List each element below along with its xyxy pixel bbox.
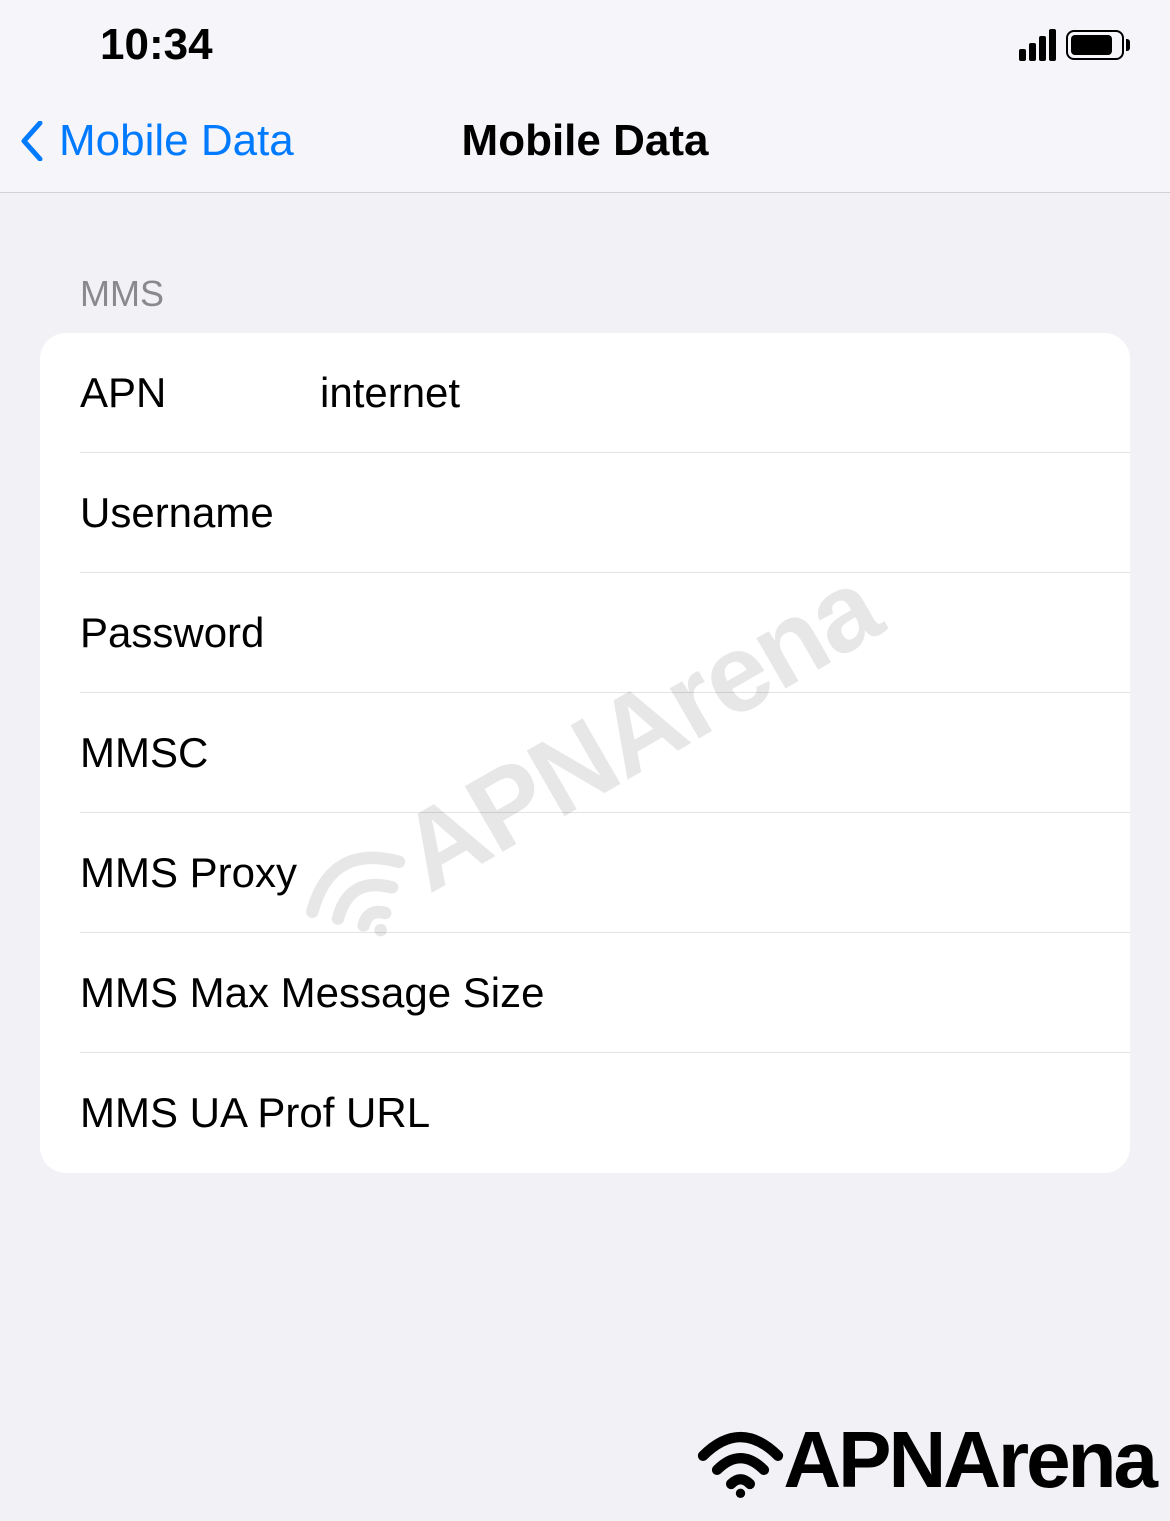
- status-bar: 10:34: [0, 0, 1170, 90]
- section-header-mms: MMS: [80, 273, 1130, 315]
- status-time: 10:34: [100, 20, 213, 70]
- apn-row[interactable]: APN: [40, 333, 1130, 453]
- chevron-left-icon: [20, 121, 44, 161]
- mmsc-row[interactable]: MMSC: [40, 693, 1130, 813]
- content-area: MMS APN Username Password MMSC MMS Proxy: [0, 193, 1170, 1173]
- username-row[interactable]: Username: [40, 453, 1130, 573]
- wifi-icon: [693, 1423, 788, 1498]
- status-indicators: [1019, 29, 1130, 61]
- cellular-signal-icon: [1019, 29, 1056, 61]
- password-label: Password: [80, 609, 320, 657]
- mms-max-size-row[interactable]: MMS Max Message Size: [40, 933, 1130, 1053]
- back-button[interactable]: Mobile Data: [20, 116, 294, 166]
- apn-input[interactable]: [320, 369, 1090, 417]
- mms-ua-prof-row[interactable]: MMS UA Prof URL: [40, 1053, 1130, 1173]
- mms-settings-group: APN Username Password MMSC MMS Proxy MMS…: [40, 333, 1130, 1173]
- brand-logo: APNArena: [693, 1414, 1155, 1506]
- back-label: Mobile Data: [59, 116, 294, 166]
- password-input[interactable]: [320, 609, 1090, 657]
- battery-icon: [1066, 30, 1130, 60]
- navigation-bar: Mobile Data Mobile Data: [0, 90, 1170, 193]
- mmsc-input[interactable]: [320, 729, 1090, 777]
- mms-ua-prof-label: MMS UA Prof URL: [80, 1089, 1090, 1137]
- username-label: Username: [80, 489, 320, 537]
- apn-label: APN: [80, 369, 320, 417]
- mms-max-size-label: MMS Max Message Size: [80, 969, 1090, 1017]
- username-input[interactable]: [320, 489, 1090, 537]
- mms-proxy-row[interactable]: MMS Proxy: [40, 813, 1130, 933]
- password-row[interactable]: Password: [40, 573, 1130, 693]
- page-title: Mobile Data: [462, 116, 709, 166]
- mmsc-label: MMSC: [80, 729, 320, 777]
- brand-text: APNArena: [783, 1414, 1155, 1506]
- mms-proxy-label: MMS Proxy: [80, 849, 1090, 897]
